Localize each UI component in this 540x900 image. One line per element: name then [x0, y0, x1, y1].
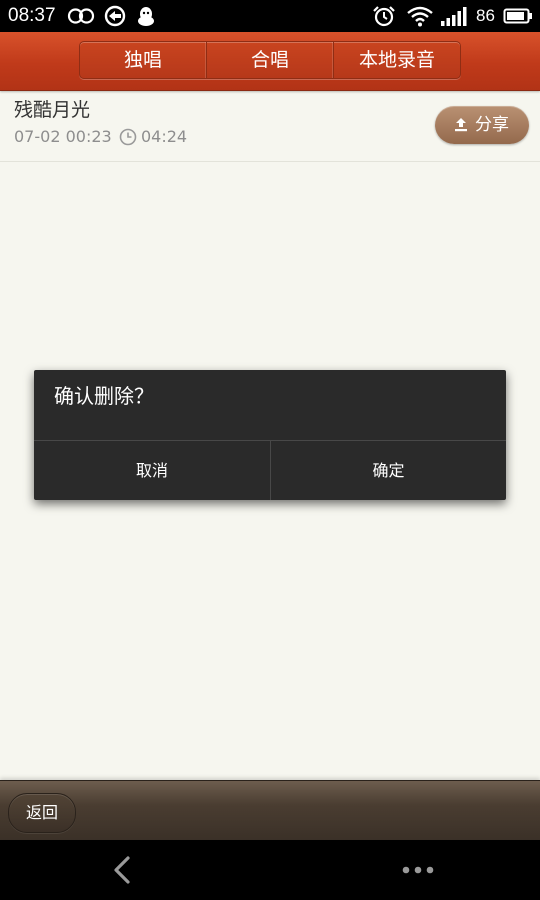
- confirm-button[interactable]: 确定: [271, 441, 506, 500]
- recording-title: 残酷月光: [14, 99, 91, 121]
- back-button[interactable]: 返回: [8, 793, 76, 833]
- cancel-button[interactable]: 取消: [34, 441, 270, 500]
- tab-solo[interactable]: 独唱: [80, 42, 207, 78]
- nav-back-icon[interactable]: [110, 855, 136, 885]
- status-time: 08:37: [8, 5, 56, 26]
- battery-icon: [503, 8, 532, 24]
- alarm-icon: [373, 6, 395, 27]
- tab-chorus[interactable]: 合唱: [207, 42, 334, 78]
- recording-date: 07-02 00:23: [14, 127, 112, 146]
- battery-level: 86: [476, 6, 495, 25]
- system-nav-bar: [0, 840, 540, 900]
- infinity-icon: [67, 8, 95, 24]
- bottom-toolbar: 返回: [0, 780, 540, 841]
- clock-icon: [119, 128, 137, 146]
- wifi-icon: [407, 6, 433, 27]
- signal-icon: [441, 7, 467, 26]
- upload-icon: [455, 118, 467, 132]
- tab-bar: 独唱 合唱 本地录音: [79, 41, 461, 79]
- recording-list-item[interactable]: 残酷月光 07-02 00:23 04:24 分享: [0, 90, 540, 162]
- status-bar: 08:37 86: [0, 0, 540, 32]
- header: 独唱 合唱 本地录音: [0, 32, 540, 91]
- share-button[interactable]: 分享: [435, 106, 529, 144]
- tab-local-recordings[interactable]: 本地录音: [334, 42, 460, 78]
- nav-menu-icon[interactable]: [400, 864, 436, 876]
- dialog-message: 确认删除？: [54, 384, 154, 408]
- confirm-delete-dialog: 确认删除？ 取消 确定: [34, 370, 506, 500]
- share-label: 分享: [475, 115, 509, 135]
- qq-penguin-icon: [138, 7, 154, 26]
- recording-duration: 04:24: [141, 127, 188, 146]
- sync-icon: [104, 5, 126, 27]
